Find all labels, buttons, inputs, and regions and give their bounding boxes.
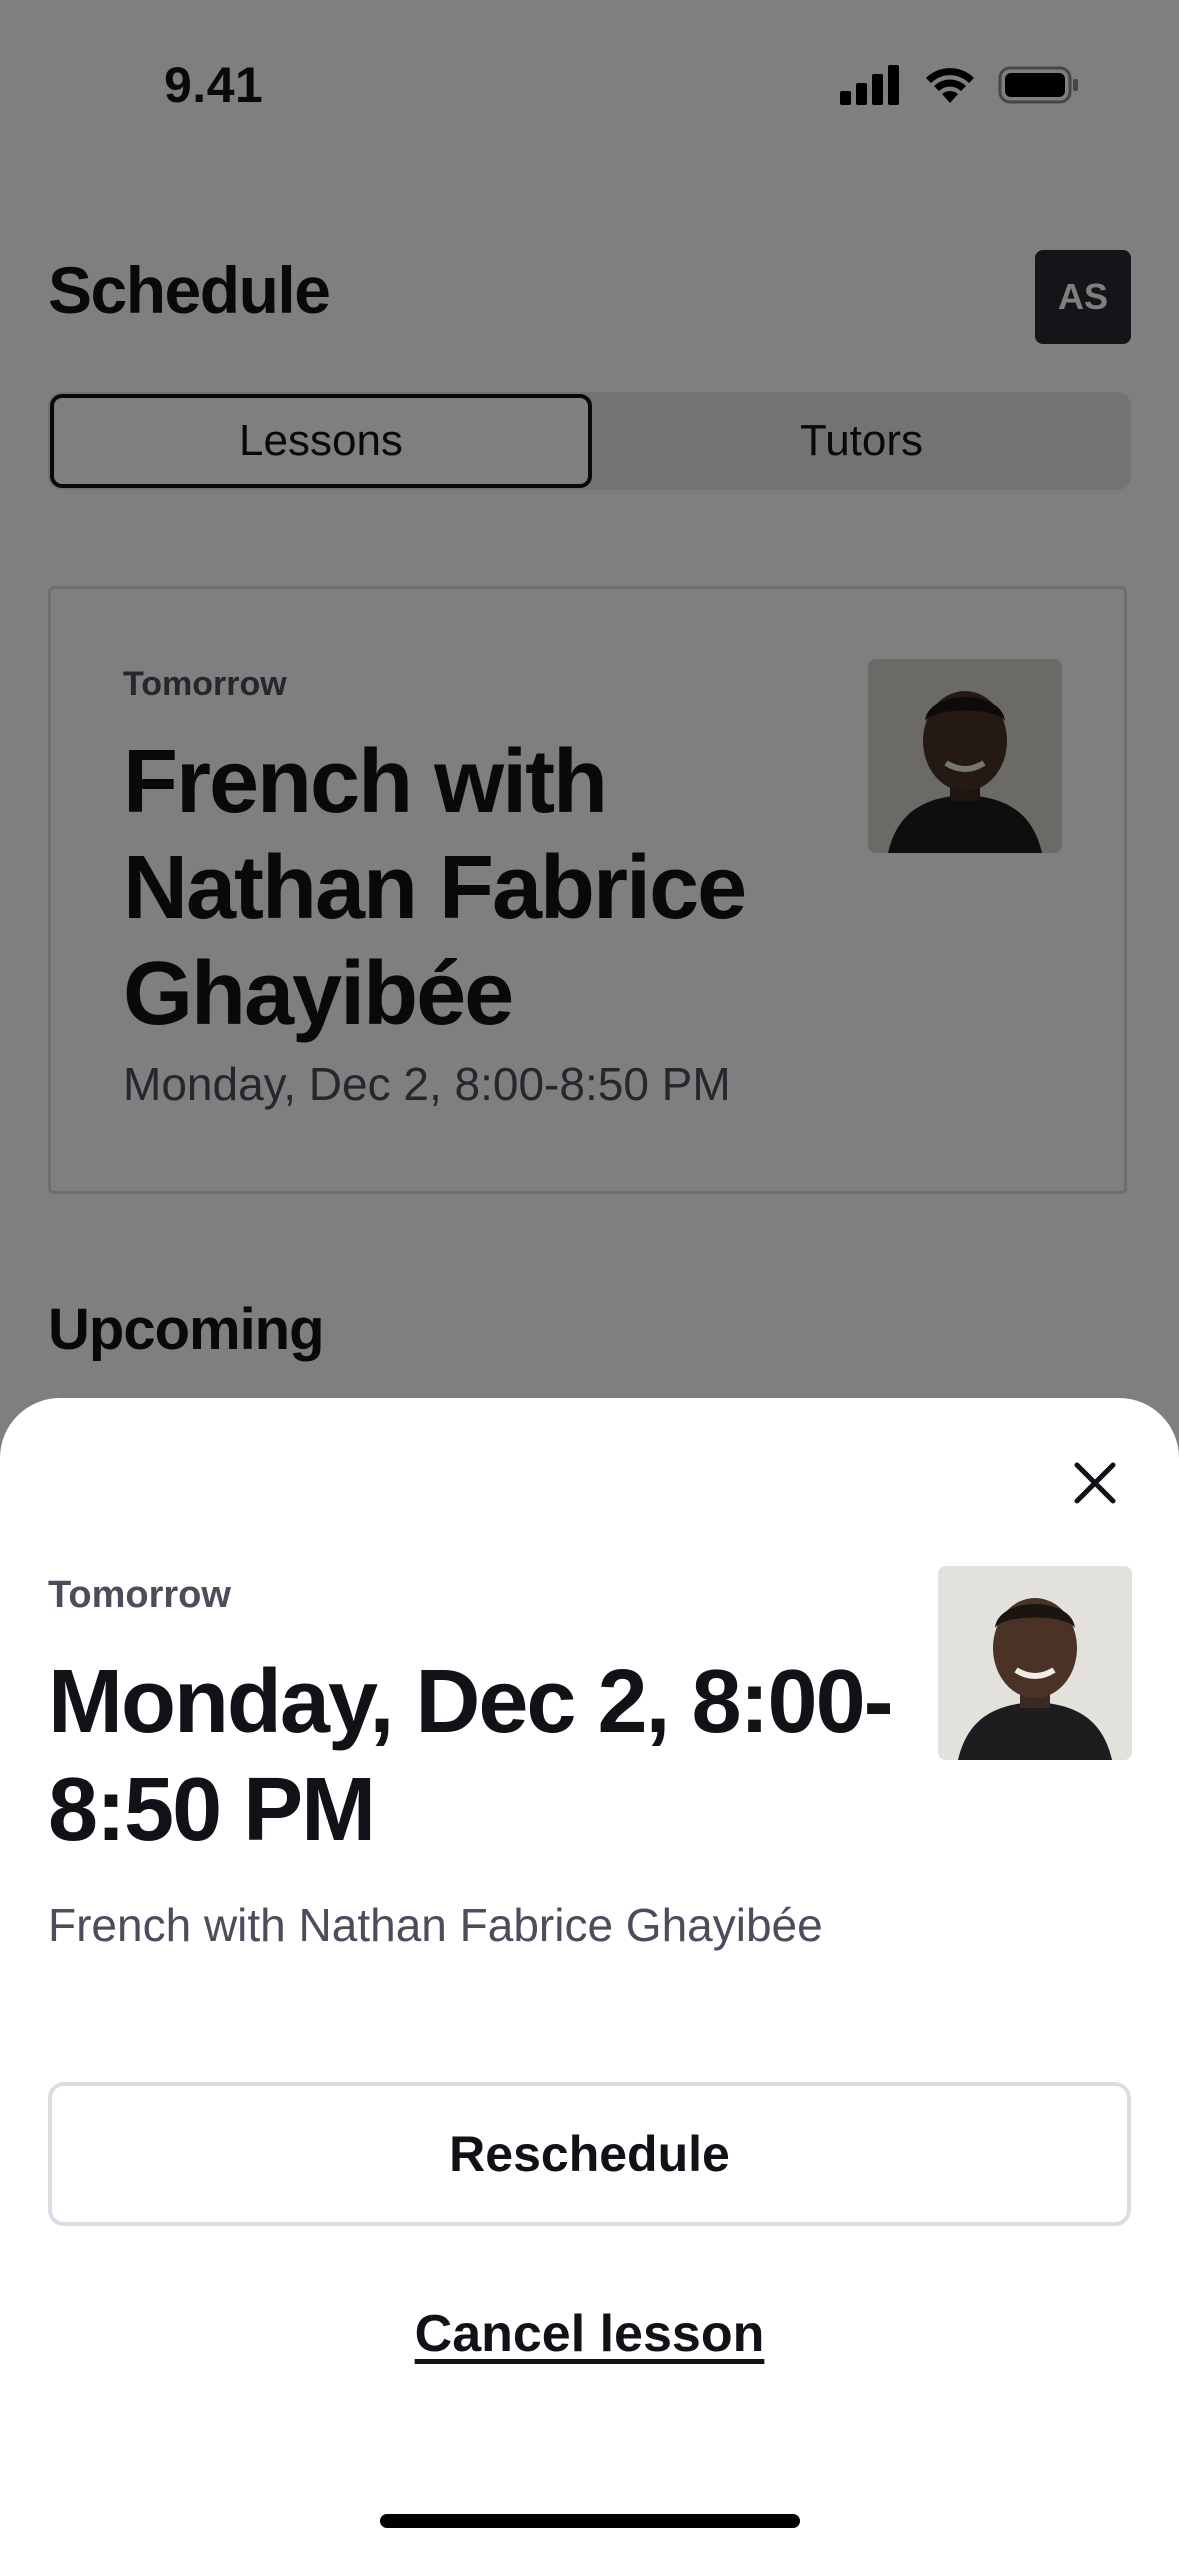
close-button[interactable]: [1066, 1456, 1124, 1514]
sheet-title: Monday, Dec 2, 8:00-8:50 PM: [48, 1652, 894, 1860]
cancel-lesson-link[interactable]: Cancel lesson: [0, 2304, 1179, 2364]
schedule-screen: 9.41: [0, 0, 1179, 2556]
reschedule-button[interactable]: Reschedule: [48, 2082, 1131, 2226]
sheet-when-label: Tomorrow: [48, 1574, 231, 1616]
sheet-subtitle: French with Nathan Fabrice Ghayibée: [48, 1899, 823, 1951]
tutor-photo: [938, 1566, 1132, 1760]
close-icon: [1073, 1461, 1117, 1510]
home-indicator: [380, 2514, 800, 2528]
lesson-details-sheet: Tomorrow Monday, Dec 2, 8:00-8:50 PM Fre…: [0, 1398, 1179, 2556]
